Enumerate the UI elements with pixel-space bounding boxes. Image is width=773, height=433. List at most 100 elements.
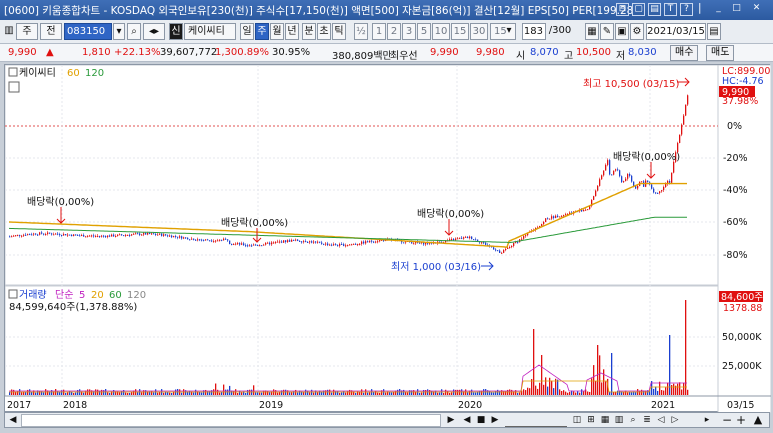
volume-bar	[573, 391, 575, 395]
minimize-button[interactable]: _	[712, 3, 725, 16]
volume-bar	[565, 391, 567, 395]
volume-bar	[369, 392, 371, 395]
play-icon[interactable]: ▶	[489, 414, 501, 427]
volume-bar	[237, 392, 239, 395]
candle-body	[201, 239, 203, 241]
buy-button[interactable]: 매수	[670, 45, 699, 61]
candle-body	[677, 142, 679, 153]
volume-tag: 84,600주	[721, 292, 763, 303]
interval-5[interactable]: 5	[417, 23, 431, 40]
volume-bar	[523, 389, 525, 395]
fraction-button[interactable]: ½	[354, 23, 368, 40]
next-icon[interactable]: ▷	[669, 414, 681, 427]
volume-bar	[153, 392, 155, 395]
indicator-icon[interactable]: ▦	[585, 23, 599, 40]
volume-bar	[83, 392, 85, 395]
list-icon[interactable]: ≣	[641, 414, 653, 427]
candle-body	[41, 232, 43, 234]
tools-icon[interactable]: ✎	[600, 23, 614, 40]
candle-body	[185, 237, 187, 239]
save-icon[interactable]: ▣	[615, 23, 629, 40]
date-input[interactable]: 2021/03/15	[646, 23, 706, 40]
text-icon[interactable]: T	[664, 3, 677, 16]
interval-30[interactable]: 30	[470, 23, 488, 40]
candle-body	[509, 247, 511, 249]
prev-select[interactable]: 전	[40, 23, 62, 40]
tab-second[interactable]: 초	[317, 23, 331, 40]
candle-body	[621, 176, 623, 183]
volume-bar	[491, 392, 493, 395]
code-dropdown-icon[interactable]: ▾	[113, 23, 125, 40]
candle-body	[37, 234, 39, 236]
candle-body	[87, 235, 89, 237]
help-icon[interactable]: ?	[680, 3, 693, 16]
stock-code-input[interactable]: 083150	[64, 23, 112, 40]
candle-body	[63, 234, 65, 236]
fit-icon[interactable]: ▸	[701, 414, 713, 427]
stop-icon[interactable]: ■	[475, 414, 487, 427]
candle-body	[331, 244, 333, 246]
volume-bar	[355, 392, 357, 395]
chart-icon[interactable]: ▥	[613, 414, 625, 427]
candle-body	[179, 236, 181, 238]
zoom-icon[interactable]: ◫	[571, 414, 583, 427]
zoom-in-icon[interactable]: +	[735, 414, 747, 427]
scroll-track[interactable]	[21, 414, 441, 427]
x-label-2017: 2017	[7, 400, 31, 411]
interval-15[interactable]: 15	[451, 23, 469, 40]
tab-year[interactable]: 년	[285, 23, 299, 40]
candle-body	[59, 234, 61, 236]
tab-week[interactable]: 주	[255, 23, 269, 40]
maximize-button[interactable]: □	[730, 3, 743, 16]
interval-2[interactable]: 2	[387, 23, 401, 40]
calendar-icon[interactable]: ▤	[707, 23, 721, 40]
open-label: 시	[516, 51, 526, 62]
candle-body	[123, 235, 125, 237]
scroll-left-icon[interactable]: ◀	[7, 414, 19, 427]
period-select[interactable]: 주	[16, 23, 38, 40]
prev-icon[interactable]: ◁	[655, 414, 667, 427]
candle-body	[99, 235, 101, 237]
sound-icon[interactable]: ◂▸	[143, 23, 165, 40]
tab-day[interactable]: 일	[240, 23, 254, 40]
list-icon[interactable]: ▤	[648, 3, 661, 16]
tab-tick[interactable]: 틱	[332, 23, 346, 40]
volume-bar	[255, 392, 257, 395]
candle-body	[325, 243, 327, 245]
candle-body	[557, 215, 559, 218]
search-icon[interactable]: ⌕	[127, 23, 141, 40]
interval-3[interactable]: 3	[402, 23, 416, 40]
volume-bar	[535, 385, 537, 395]
candle-body	[125, 234, 127, 236]
grid-icon[interactable]: ▦	[599, 414, 611, 427]
tab-month[interactable]: 월	[270, 23, 284, 40]
candle-body	[205, 239, 207, 241]
count-input[interactable]: 183	[522, 23, 546, 40]
volume-bar	[259, 392, 261, 395]
chart-scrollbar[interactable]: ◀ ▶ ◀ ■ ▶ ◫ ⊞ ▦ ▥ ⌕ ≣ ◁ ▷ ▸ − + ▲	[4, 412, 770, 428]
candle-body	[39, 232, 41, 235]
close-button[interactable]: ✕	[750, 3, 763, 16]
interval-1[interactable]: 1	[372, 23, 386, 40]
chart-type-icon[interactable]: ▥	[4, 23, 14, 40]
layout-icon[interactable]: ⊟	[616, 3, 629, 16]
zoom-slider[interactable]	[505, 414, 567, 427]
crosshair-icon[interactable]: ⊞	[585, 414, 597, 427]
count-total: /300	[548, 25, 572, 36]
settings-icon[interactable]: ⚙	[630, 23, 644, 40]
interval-dropdown-icon[interactable]: ▾	[503, 23, 515, 40]
scroll-right-icon[interactable]: ▶	[445, 414, 457, 427]
candle-body	[565, 214, 567, 216]
tab-minute[interactable]: 분	[302, 23, 316, 40]
chart-canvas[interactable]: 케이씨티 60 120 거래량 단순 5 20 60 120 84,599,64…	[5, 65, 771, 413]
rewind-icon[interactable]: ◀	[461, 414, 473, 427]
candle-body	[373, 241, 375, 243]
zoom-out-icon[interactable]: −	[721, 414, 733, 427]
volume-bar	[341, 392, 343, 395]
interval-10[interactable]: 10	[432, 23, 450, 40]
magnifier-icon[interactable]: ⌕	[627, 414, 639, 427]
window-icon[interactable]: ▢	[632, 3, 645, 16]
sell-button[interactable]: 매도	[706, 45, 735, 61]
scroll-end-icon[interactable]: ▲	[751, 414, 765, 427]
chart-area[interactable]: 케이씨티 60 120 거래량 단순 5 20 60 120 84,599,64…	[4, 64, 771, 413]
